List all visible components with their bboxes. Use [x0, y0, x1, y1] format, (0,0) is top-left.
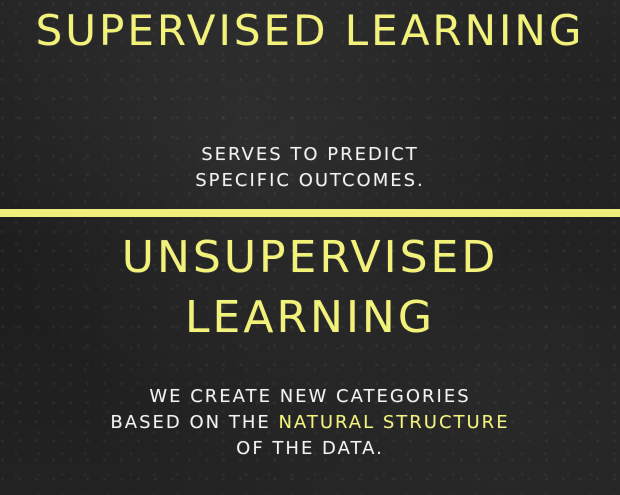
- unsupervised-learning-title: UNSUPERVISED LEARNING: [0, 228, 620, 348]
- natural-structure-highlight: NATURAL STRUCTURE: [278, 412, 510, 433]
- unsupervised-description-line-2: BASED ON THE NATURAL STRUCTURE: [0, 410, 620, 436]
- unsupervised-description-line-1: WE CREATE NEW CATEGORIES: [149, 386, 471, 407]
- unsupervised-title-line-2: LEARNING: [185, 292, 435, 343]
- unsupervised-learning-description: WE CREATE NEW CATEGORIES BASED ON THE NA…: [0, 384, 620, 462]
- unsupervised-description-line-3: OF THE DATA.: [236, 438, 384, 459]
- unsupervised-title-line-1: UNSUPERVISED: [121, 232, 499, 283]
- supervised-learning-description: SERVES TO PREDICT SPECIFIC OUTCOMES.: [0, 142, 620, 194]
- unsupervised-description-line-2-text: BASED ON THE: [110, 412, 279, 433]
- section-divider: [0, 209, 620, 217]
- supervised-description-line-1: SERVES TO PREDICT: [201, 144, 419, 165]
- supervised-learning-title: SUPERVISED LEARNING: [35, 6, 585, 55]
- supervised-description-line-2: SPECIFIC OUTCOMES.: [195, 170, 425, 191]
- chalkboard: SUPERVISED LEARNING SERVES TO PREDICT SP…: [0, 0, 620, 495]
